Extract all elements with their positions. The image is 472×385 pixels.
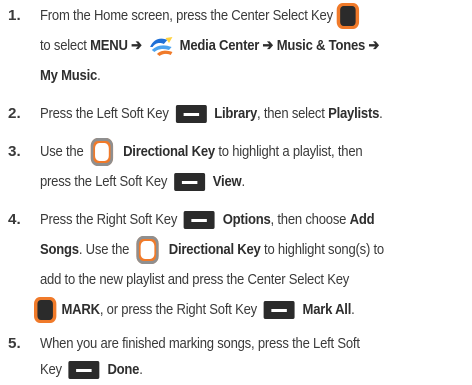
step-4-number: 4.	[8, 211, 21, 228]
directional-key-icon	[136, 236, 159, 264]
step-3-line-2: press the Left Soft Key View.	[40, 172, 245, 191]
soft-key-icon	[68, 360, 100, 379]
soft-key-icon	[174, 172, 206, 191]
step-1-line-2: to select MENU ➔ Media Center ➔ Music & …	[40, 32, 379, 60]
step-1-line-3: My Music.	[40, 67, 101, 84]
step-2-line-1: Press the Left Soft Key Library, then sel…	[40, 104, 383, 123]
soft-key-icon	[175, 104, 207, 123]
step-4-line-1: Press the Right Soft Key Options, then ch…	[40, 210, 375, 229]
step-4-line-2: Songs. Use the Directional Key to highlig…	[40, 236, 384, 264]
center-select-key-icon	[336, 2, 359, 29]
step-5-line-2: Key Done.	[40, 360, 143, 379]
step-2-number: 2.	[8, 105, 21, 122]
step-1-number: 1.	[8, 7, 21, 24]
step-4-line-3: add to the new playlist and press the Ce…	[40, 271, 350, 288]
directional-key-icon	[90, 138, 113, 166]
step-3-number: 3.	[8, 143, 21, 160]
center-select-key-icon	[34, 296, 57, 323]
soft-key-icon	[184, 210, 215, 229]
step-5-number: 5.	[8, 335, 21, 352]
instruction-page: 1. From the Home screen, press the Cente…	[0, 0, 472, 385]
step-4-line-4: MARK, or press the Right Soft Key Mark Al…	[34, 296, 355, 324]
media-center-icon	[149, 35, 175, 57]
step-1-line-1: From the Home screen, press the Center S…	[40, 2, 364, 30]
step-3-line-1: Use the Directional Key to highlight a pl…	[40, 138, 363, 166]
step-5-line-1: When you are finished marking songs, pre…	[40, 335, 360, 352]
soft-key-icon	[263, 300, 295, 319]
